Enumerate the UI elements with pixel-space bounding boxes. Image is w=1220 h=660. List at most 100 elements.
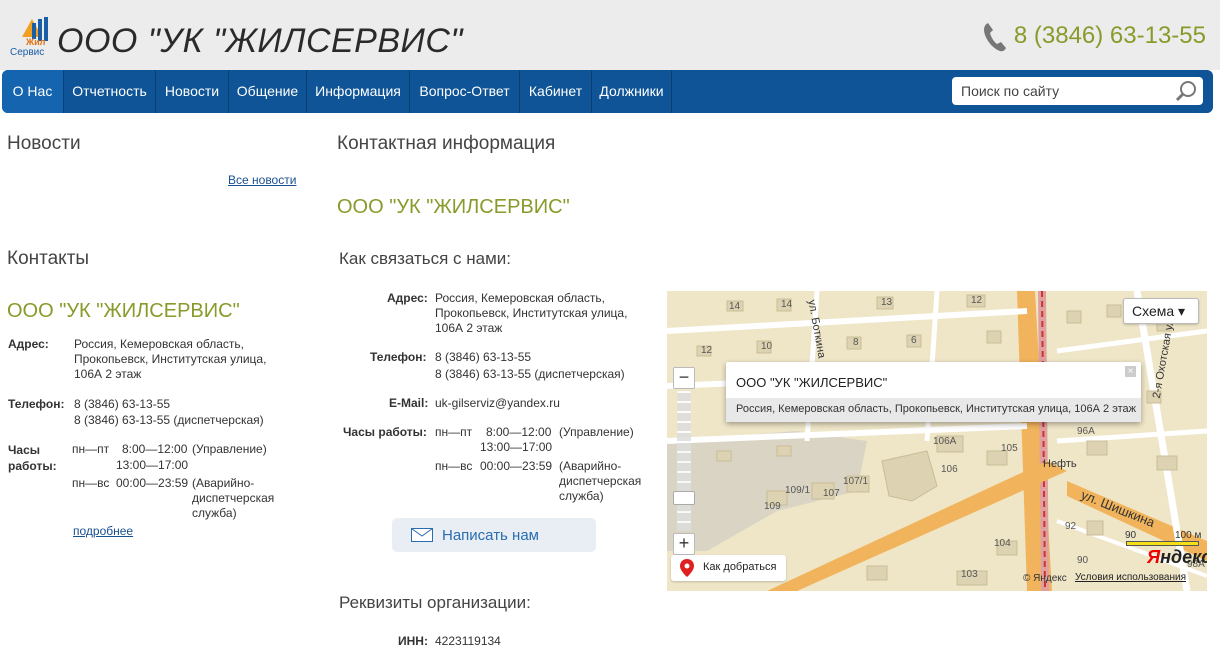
map-scale-bar (1126, 541, 1199, 546)
main-address: Россия, Кемеровская область, Прокопьевск… (435, 291, 628, 335)
map-house-label: 96А (1077, 426, 1095, 437)
nav-item-information[interactable]: Информация (307, 70, 410, 113)
map-house-label: 14 (729, 301, 741, 312)
yandex-map[interactable]: 14 14 13 12 12 10 8 6 106А 106 105 109/1… (667, 291, 1207, 591)
nav-item-reports[interactable]: Отчетность (64, 70, 156, 113)
route-label: Как добраться (703, 561, 777, 573)
main-hours-2-time: 00:00—23:59 (480, 459, 553, 473)
map-house-label: 107/1 (843, 476, 869, 487)
map-house-label: 10 (761, 341, 773, 352)
zoom-out-button[interactable]: − (673, 367, 695, 389)
close-icon[interactable]: × (1125, 366, 1136, 377)
map-house-label: 92 (1065, 521, 1077, 532)
map-house-label: 109 (764, 501, 781, 512)
site-title: ООО "УК "ЖИЛСЕРВИС" (57, 22, 463, 60)
svg-text:Жил: Жил (25, 37, 46, 47)
inn-value: 4223119134 (435, 634, 501, 648)
left-hours-1-note: (Управление) (192, 442, 267, 456)
search-box (952, 77, 1203, 105)
left-company-name: ООО "УК "ЖИЛСЕРВИС" (7, 300, 240, 322)
news-heading: Новости (7, 133, 81, 154)
zoom-in-button[interactable]: + (673, 533, 695, 555)
map-house-label: 105 (1001, 443, 1018, 454)
map-house-label: 13 (881, 297, 893, 308)
write-us-button[interactable]: Написать нам (392, 518, 596, 552)
more-link[interactable]: подробнее (73, 524, 133, 538)
left-address-label: Адрес: (8, 337, 49, 351)
map-house-label: 90 (1077, 555, 1089, 566)
company-logo[interactable]: Жил Сервис (8, 17, 56, 58)
scale-label-left: 90 (1125, 530, 1137, 541)
left-phone-2: 8 (3846) 63-13-55 (диспетчерская) (74, 413, 264, 427)
yandex-logo-rest: ндекс (1160, 547, 1207, 567)
map-house-label: 106А (933, 436, 957, 447)
nav-item-about[interactable]: О Нас (2, 70, 64, 113)
phone-icon (982, 21, 1008, 53)
map-neft-label: Нефть (1043, 458, 1077, 470)
scale-label-right: 100 м (1175, 530, 1202, 541)
left-hours-2-note: (Аварийно-диспетчерская служба) (192, 476, 275, 520)
yandex-logo[interactable]: Яндекс (1147, 547, 1207, 568)
map-scheme-button[interactable]: Схема ▾ (1123, 298, 1199, 324)
map-terms-link[interactable]: Условия использования (1075, 572, 1186, 583)
header-bar: Жил Сервис ООО "УК "ЖИЛСЕРВИС" 8 (3846) … (0, 0, 1220, 70)
left-hours-1-time: 8:00—12:00 (122, 442, 188, 456)
search-input[interactable] (952, 77, 1162, 105)
all-news-link[interactable]: Все новости (228, 173, 296, 187)
map-house-label: 12 (701, 345, 713, 356)
balloon-address: Россия, Кемеровская область, Прокопьевск… (726, 398, 1141, 422)
requisites-heading: Реквизиты организации: (339, 593, 531, 612)
mail-icon (411, 528, 433, 542)
write-us-label: Написать нам (442, 527, 539, 544)
main-hours-1-time2: 13:00—17:00 (480, 440, 553, 454)
how-to-contact-heading: Как связаться с нами: (339, 249, 511, 268)
map-house-label: 104 (994, 538, 1011, 549)
nav-item-communication[interactable]: Общение (229, 70, 307, 113)
map-copyright: © Яндекс (1023, 573, 1067, 584)
nav-item-news[interactable]: Новости (156, 70, 229, 113)
map-pin-icon (680, 559, 694, 577)
zoom-slider-handle[interactable] (673, 491, 695, 505)
left-hours-1-days: пн—пт (72, 442, 110, 456)
left-phone-1: 8 (3846) 63-13-55 (74, 397, 171, 411)
map-house-label: 12 (971, 295, 983, 306)
yandex-logo-y: Я (1147, 547, 1161, 567)
map-house-label: 6 (911, 335, 917, 346)
left-phone-label: Телефон: (8, 397, 65, 411)
main-phone-2: 8 (3846) 63-13-55 (диспетчерская) (435, 367, 625, 381)
main-address-label: Адрес: (387, 291, 428, 305)
map-house-label: 8 (853, 337, 859, 348)
main-hours-1-time: 8:00—12:00 (486, 425, 552, 439)
contact-info-heading: Контактная информация (337, 133, 556, 154)
map-balloon: ООО "УК "ЖИЛСЕРВИС" × Россия, Кемеровска… (726, 362, 1141, 422)
left-hours-2-days: пн—вс (72, 476, 110, 490)
zoom-slider-track[interactable] (677, 391, 691, 531)
main-hours-1-days: пн—пт (435, 425, 473, 439)
header-phone[interactable]: 8 (3846) 63-13-55 (1014, 22, 1206, 50)
inn-label: ИНН: (398, 634, 428, 648)
nav-item-faq[interactable]: Вопрос-Ответ (410, 70, 520, 113)
map-house-label: 106 (941, 464, 958, 475)
balloon-title: ООО "УК "ЖИЛСЕРВИС" (736, 375, 888, 390)
map-house-label: 107 (823, 488, 840, 499)
main-hours-2-note: (Аварийно-диспетчерская служба) (559, 459, 642, 503)
route-button[interactable]: Как добраться (671, 555, 786, 581)
left-address: Россия, Кемеровская область, Прокопьевск… (74, 337, 267, 381)
main-nav: О Нас Отчетность Новости Общение Информа… (2, 70, 1213, 113)
main-hours-2-days: пн—вс (435, 459, 473, 473)
map-house-label: 103 (961, 569, 978, 580)
svg-text:Сервис: Сервис (10, 47, 44, 57)
contacts-heading: Контакты (7, 248, 90, 269)
map-house-label: 14 (781, 299, 793, 310)
map-house-label: 109/1 (785, 485, 811, 496)
main-email[interactable]: uk-gilserviz@yandex.ru (435, 396, 560, 411)
main-phone-label: Телефон: (370, 350, 427, 364)
main-phone-1: 8 (3846) 63-13-55 (435, 350, 532, 364)
search-icon[interactable] (1175, 80, 1197, 102)
left-hours-1-time2: 13:00—17:00 (116, 458, 189, 472)
main-email-label: E-Mail: (389, 396, 429, 410)
nav-item-debtors[interactable]: Должники (592, 70, 672, 113)
main-hours-label: Часы работы: (343, 425, 427, 439)
nav-item-cabinet[interactable]: Кабинет (520, 70, 592, 113)
main-company-name: ООО "УК "ЖИЛСЕРВИС" (337, 196, 570, 218)
